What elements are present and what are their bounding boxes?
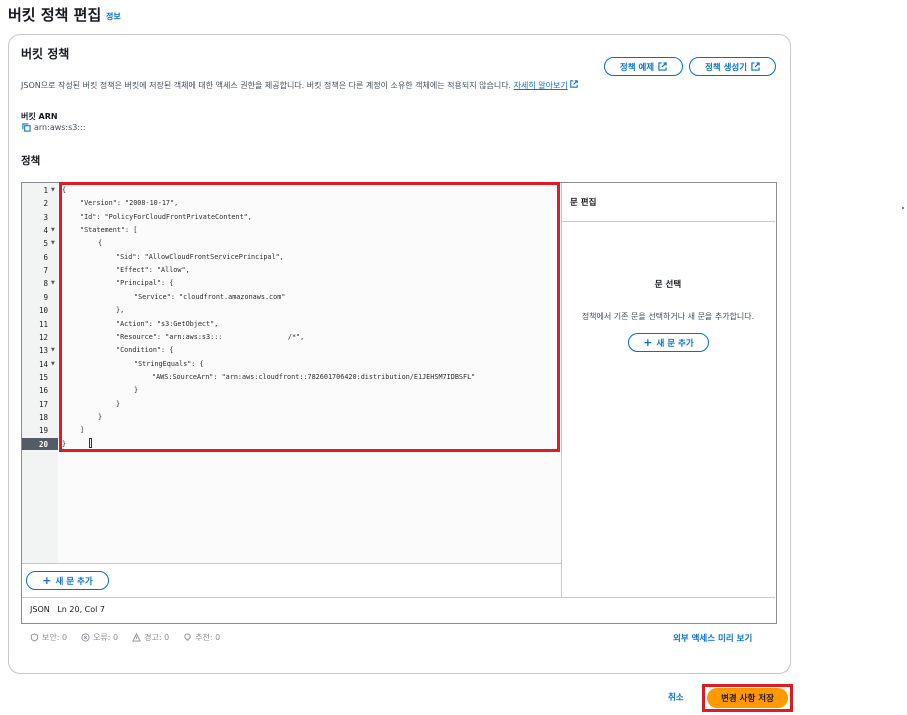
add-statement-label: 새 문 추가 (656, 338, 694, 349)
plus-icon: + (643, 336, 653, 349)
divider (22, 563, 561, 564)
policy-generator-label: 정책 생성기 (704, 62, 748, 73)
policy-examples-label: 정책 예제 (619, 62, 655, 73)
line-number: 15 (38, 372, 48, 382)
policy-generator-button[interactable]: 정책 생성기 (689, 57, 776, 76)
fold-icon[interactable]: ▼ (51, 240, 55, 246)
warning-check[interactable]: 경고: 0 (132, 632, 169, 643)
save-changes-button[interactable]: 변경 사항 저장 (707, 688, 788, 708)
policy-examples-button[interactable]: 정책 예제 (604, 57, 683, 76)
line-number: 6 (43, 252, 48, 262)
divider (562, 221, 775, 222)
code-highlight-box (59, 182, 560, 452)
shield-icon (30, 633, 39, 642)
add-statement-button[interactable]: + 새 문 추가 (26, 571, 109, 590)
arn-label: 버킷 ARN (21, 112, 58, 121)
error-check[interactable]: 오류: 0 (81, 632, 118, 643)
divider (22, 597, 775, 598)
add-statement-button-right[interactable]: + 새 문 추가 (628, 333, 709, 352)
statement-pane (561, 183, 776, 597)
line-number: 9 (43, 292, 48, 302)
line-number: 4 (43, 226, 48, 236)
learn-more-link[interactable]: 자세히 알아보기 (514, 81, 568, 90)
arn-value: arn:aws:s3::: (34, 123, 86, 132)
fold-icon[interactable]: ▼ (51, 227, 55, 233)
policy-label: 정책 (21, 155, 41, 167)
external-link-icon (658, 62, 667, 71)
copy-icon[interactable] (22, 123, 31, 132)
warning-icon (132, 633, 141, 642)
line-number: 8 (43, 279, 48, 289)
select-statement-description: 정책에서 기존 문을 선택하거나 새 문을 추가합니다. (581, 312, 755, 321)
security-count: 보안: 0 (42, 633, 68, 642)
line-number: 18 (38, 412, 48, 422)
error-count: 오류: 0 (93, 633, 119, 642)
lightbulb-icon (184, 633, 191, 641)
line-number: 20 (38, 439, 48, 449)
external-link-icon (570, 80, 578, 88)
description-text: JSON으로 작성된 버킷 정책은 버킷에 저장된 객체에 대한 액세스 권한을… (21, 81, 512, 90)
stray-dot (902, 207, 904, 209)
plus-icon: + (42, 574, 52, 587)
error-icon (81, 633, 90, 642)
arn-value-row: arn:aws:s3::: (22, 123, 85, 132)
line-number: 14 (38, 359, 48, 369)
warning-count: 경고: 0 (144, 633, 170, 642)
select-statement-title: 문 선택 (654, 280, 682, 290)
add-statement-label: 새 문 추가 (55, 576, 93, 587)
line-number: 10 (38, 306, 48, 316)
fold-icon[interactable]: ▼ (51, 361, 55, 367)
external-access-preview-link[interactable]: 외부 액세스 미리 보기 (673, 632, 752, 644)
line-number: 11 (38, 319, 48, 329)
panel-description: JSON으로 작성된 버킷 정책은 버킷에 저장된 객체에 대한 액세스 권한을… (21, 80, 578, 91)
suggestion-check[interactable]: 추천: 0 (183, 632, 220, 643)
page-title: 버킷 정책 편집 (8, 6, 102, 24)
editor-status: JSON Ln 20, Col 7 (30, 605, 106, 614)
line-number: 3 (43, 212, 48, 222)
line-number: 1 (43, 186, 48, 195)
line-number: 17 (38, 399, 48, 409)
line-number: 7 (43, 266, 48, 276)
fold-icon[interactable]: ▼ (51, 280, 55, 286)
line-number: 2 (43, 199, 48, 209)
panel-title: 버킷 정책 (21, 47, 70, 61)
external-link-icon (751, 62, 760, 71)
cancel-button[interactable]: 취소 (668, 691, 684, 703)
line-number: 19 (38, 426, 48, 436)
validation-checks: 보안: 0 오류: 0 경고: 0 추천: 0 (30, 632, 220, 643)
fold-icon[interactable]: ▼ (51, 187, 55, 193)
info-link[interactable]: 정보 (106, 11, 121, 22)
fold-icon[interactable]: ▼ (51, 347, 55, 353)
line-number: 16 (38, 386, 48, 396)
security-check[interactable]: 보안: 0 (30, 632, 67, 643)
line-number: 5 (43, 239, 48, 249)
suggestion-count: 추천: 0 (195, 633, 221, 642)
line-number: 13 (38, 346, 48, 356)
statement-pane-header: 문 편집 (570, 198, 597, 208)
line-number: 12 (38, 332, 48, 342)
